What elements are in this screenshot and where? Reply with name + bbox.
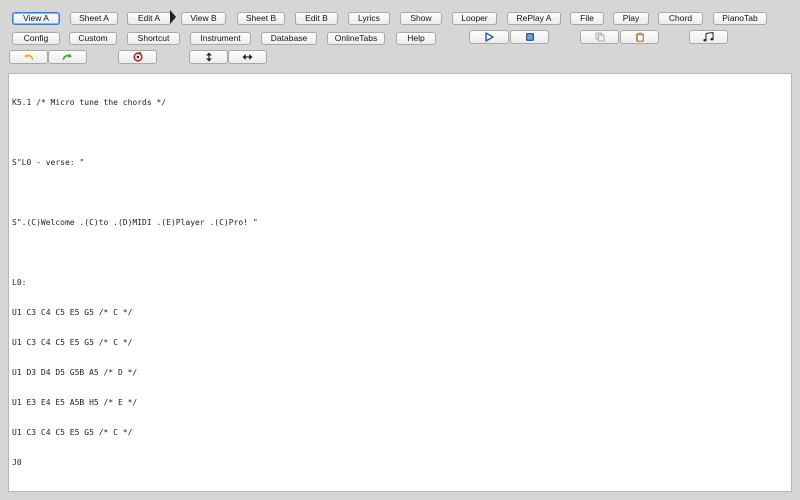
chord-button[interactable]: Chord <box>658 12 703 25</box>
editor-line: U1 C3 C4 C5 E5 G5 /* C */ <box>12 428 133 437</box>
editor-line: U1 C3 C4 C5 E5 G5 /* C */ <box>12 338 133 347</box>
pianotab-button[interactable]: PianoTab <box>713 12 767 25</box>
undo-button[interactable] <box>9 50 48 64</box>
notes-button[interactable] <box>689 30 728 44</box>
horizontal-resize-icon <box>242 54 253 60</box>
shortcut-button[interactable]: Shortcut <box>127 32 180 45</box>
show-button[interactable]: Show <box>400 12 442 25</box>
editor-text: K5.1 /* Micro tune the chords */ S"L0 - … <box>12 78 258 488</box>
looper-button[interactable]: Looper <box>452 12 497 25</box>
script-editor[interactable]: K5.1 /* Micro tune the chords */ S"L0 - … <box>8 73 792 492</box>
sheet-a-button[interactable]: Sheet A <box>70 12 118 25</box>
database-button[interactable]: Database <box>261 32 317 45</box>
file-button[interactable]: File <box>570 12 604 25</box>
stop-icon <box>525 33 534 41</box>
vertical-resize-button[interactable] <box>189 50 228 64</box>
onlinetabs-button[interactable]: OnlineTabs <box>327 32 385 45</box>
replay-a-button[interactable]: RePlay A <box>507 12 561 25</box>
redo-icon <box>62 53 72 60</box>
active-panel-marker-icon <box>170 10 176 24</box>
copy-icon <box>595 32 604 42</box>
music-notes-icon <box>702 32 714 42</box>
sheet-b-button[interactable]: Sheet B <box>237 12 285 25</box>
config-button[interactable]: Config <box>12 32 60 45</box>
lyrics-button[interactable]: Lyrics <box>348 12 390 25</box>
undo-icon <box>24 53 34 60</box>
edit-a-button[interactable]: Edit A <box>127 12 171 25</box>
transport-stop-button[interactable] <box>510 30 549 44</box>
editor-line: S".(C)Welcome .(C)to .(D)MIDI .(E)Player… <box>12 218 258 227</box>
record-icon <box>132 52 143 62</box>
view-b-button[interactable]: View B <box>181 12 226 25</box>
edit-b-button[interactable]: Edit B <box>295 12 338 25</box>
play-icon <box>485 32 494 42</box>
play-button[interactable]: Play <box>613 12 649 25</box>
editor-line: K5.1 /* Micro tune the chords */ <box>12 98 167 107</box>
transport-play-button[interactable] <box>469 30 509 44</box>
record-button[interactable] <box>118 50 157 64</box>
paste-icon <box>635 32 644 42</box>
redo-button[interactable] <box>48 50 87 64</box>
editor-line: U1 D3 D4 D5 G5B A5 /* D */ <box>12 368 138 377</box>
editor-line: U1 E3 E4 E5 A5B H5 /* E */ <box>12 398 138 407</box>
view-a-button[interactable]: View A <box>12 12 60 25</box>
custom-button[interactable]: Custom <box>69 32 117 45</box>
vertical-resize-icon <box>205 52 212 62</box>
editor-line: J0 <box>12 458 22 467</box>
help-button[interactable]: Help <box>396 32 436 45</box>
horizontal-resize-button[interactable] <box>228 50 267 64</box>
copy-button[interactable] <box>580 30 619 44</box>
instrument-button[interactable]: Instrument <box>190 32 251 45</box>
paste-button[interactable] <box>620 30 659 44</box>
editor-line: L0: <box>12 278 27 287</box>
editor-line: U1 C3 C4 C5 E5 G5 /* C */ <box>12 308 133 317</box>
editor-line: S"L0 - verse: " <box>12 158 85 167</box>
